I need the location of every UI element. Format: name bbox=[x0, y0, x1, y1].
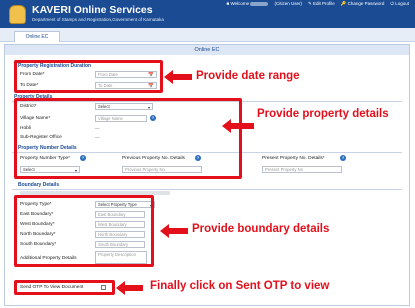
annotation-box-otp bbox=[14, 280, 115, 295]
karnataka-emblem-logo bbox=[9, 5, 26, 24]
callout-boundary: Provide boundary details bbox=[192, 223, 330, 235]
tab-bar: Online EC bbox=[0, 28, 415, 42]
site-header: KAVERI Online Services Department of Sta… bbox=[0, 0, 415, 28]
user-role: (Citizen User) bbox=[274, 1, 302, 6]
callout-otp: Finally click on Sent OTP to view bbox=[150, 280, 330, 292]
help-icon[interactable]: ? bbox=[340, 155, 346, 161]
site-title: KAVERI Online Services bbox=[32, 4, 153, 16]
annotation-box-date bbox=[14, 60, 163, 93]
annotation-box-property bbox=[14, 98, 242, 179]
welcome-text: ■ Welcome bbox=[227, 1, 269, 7]
arrow-left-icon bbox=[116, 281, 143, 295]
callout-property: Provide property details bbox=[257, 108, 389, 120]
site-subtitle: Department of Stamps and Registration,Go… bbox=[32, 17, 164, 22]
present-property-input[interactable]: Present Property No bbox=[262, 166, 342, 173]
boundary-heading: Boundary Details bbox=[18, 182, 60, 188]
present-property-label: Present Property No. Details* bbox=[262, 156, 325, 161]
arrow-left-icon bbox=[160, 224, 188, 238]
change-password-link[interactable]: 🔑 Change Password bbox=[341, 1, 385, 7]
arrow-left-icon bbox=[222, 119, 254, 133]
tab-online-ec[interactable]: Online EC bbox=[14, 31, 60, 42]
username-blurred bbox=[250, 1, 269, 6]
edit-profile-link[interactable]: ✎ Edit Profile bbox=[308, 1, 335, 7]
annotation-box-boundary bbox=[14, 195, 154, 267]
arrow-left-icon bbox=[164, 70, 192, 84]
logout-link[interactable]: ⏻ Logout bbox=[390, 1, 409, 7]
callout-date: Provide date range bbox=[196, 70, 300, 82]
panel-title: Online EC bbox=[5, 45, 409, 55]
top-links: ■ Welcome (Citizen User) ✎ Edit Profile … bbox=[227, 1, 409, 7]
divider bbox=[12, 189, 402, 190]
